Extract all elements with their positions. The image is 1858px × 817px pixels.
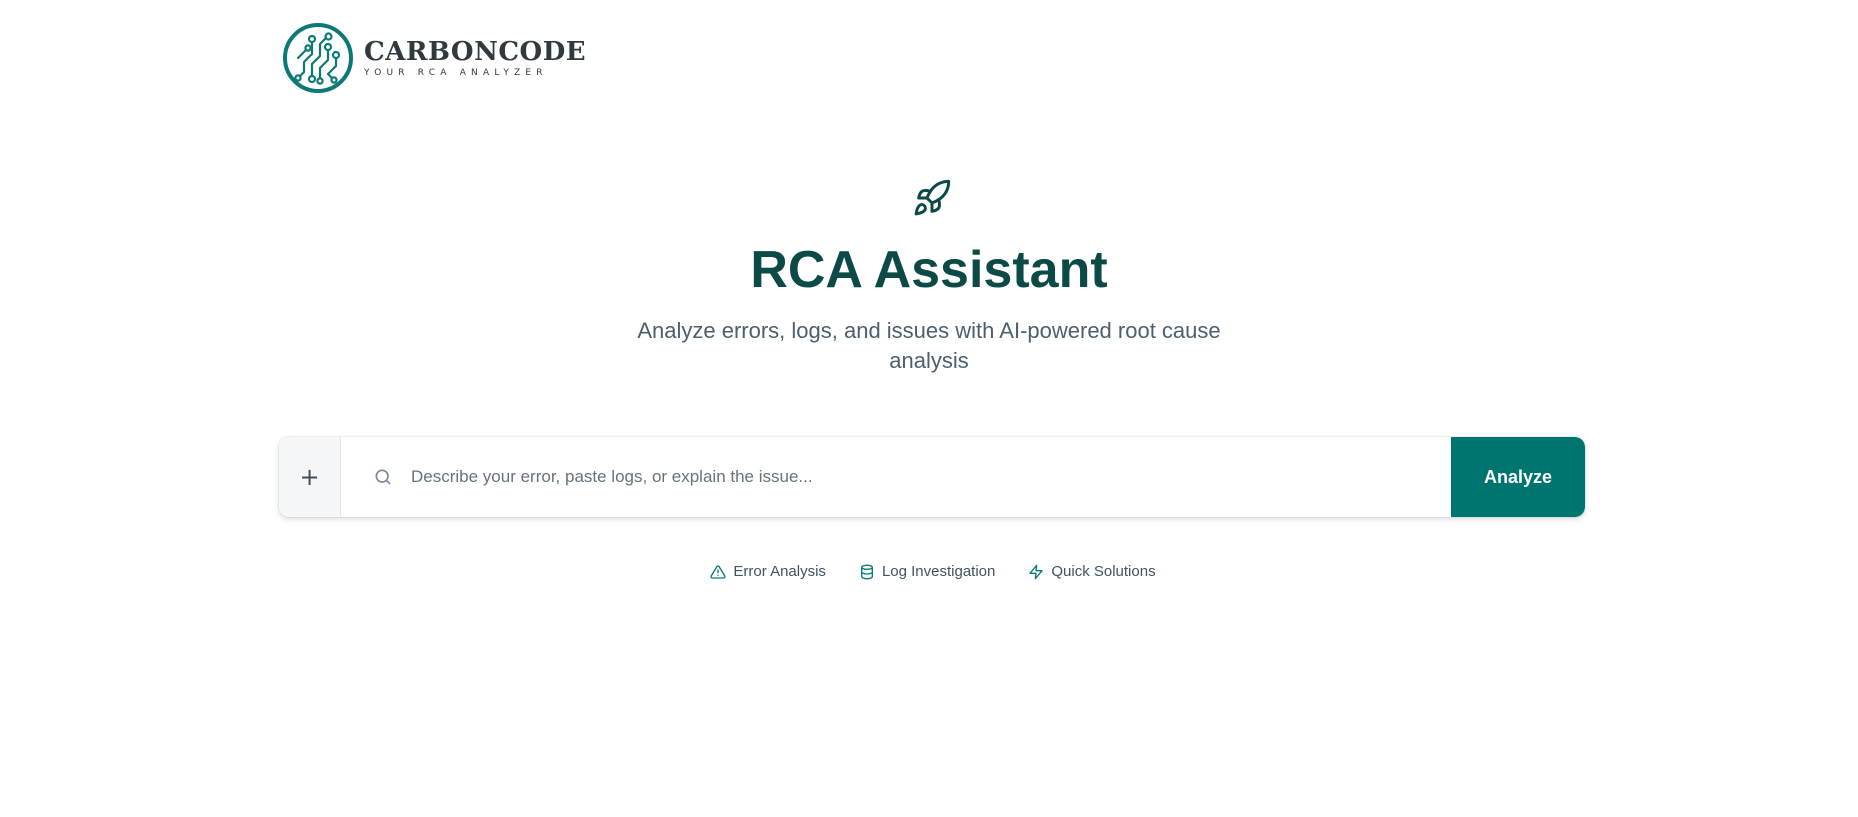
rocket-icon: [914, 179, 951, 216]
page-subtitle: Analyze errors, logs, and issues with AI…: [637, 318, 1221, 373]
page: CARBONCODE YOUR RCA ANALYZER RCA Assista…: [0, 0, 1858, 817]
alert-triangle-icon: [710, 564, 727, 579]
query-bar: + Analyze: [279, 437, 1585, 517]
page-title: RCA Assistant: [750, 241, 1108, 299]
lightning-icon: [1029, 564, 1044, 579]
feature-label: Error Analysis: [733, 563, 826, 580]
database-icon: [860, 564, 873, 579]
feature-quick-solutions[interactable]: Quick Solutions: [1028, 563, 1156, 580]
search-icon: [375, 469, 391, 485]
query-input-wrapper[interactable]: [341, 437, 1451, 517]
query-input[interactable]: [409, 456, 1451, 498]
feature-label: Log Investigation: [881, 563, 996, 580]
brand-text: CARBONCODE YOUR RCA ANALYZER: [364, 39, 586, 78]
feature-error-analysis[interactable]: Error Analysis: [710, 563, 826, 580]
brand-tagline: YOUR RCA ANALYZER: [364, 67, 548, 78]
feature-label: Quick Solutions: [1051, 563, 1156, 580]
feature-log-investigation[interactable]: Log Investigation: [859, 563, 995, 580]
analyze-button[interactable]: Analyze: [1451, 437, 1585, 517]
feature-list: Error Analysis Log Investigation Quick S…: [0, 563, 1858, 580]
circuit-logo-icon: [283, 23, 353, 93]
brand-logo[interactable]: CARBONCODE YOUR RCA ANALYZER: [282, 22, 586, 94]
attach-button[interactable]: +: [279, 437, 341, 517]
brand-name: CARBONCODE: [364, 36, 587, 67]
